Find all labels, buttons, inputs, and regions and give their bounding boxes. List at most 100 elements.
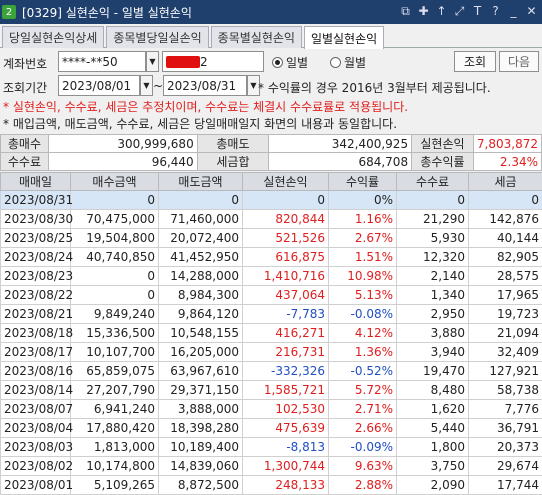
cell-fee: 2,950 bbox=[397, 305, 469, 324]
cell-pl: 616,875 bbox=[243, 248, 329, 267]
help-icon[interactable]: ? bbox=[489, 4, 502, 19]
cell-fee: 5,930 bbox=[397, 229, 469, 248]
col-fee[interactable]: 수수료 bbox=[397, 173, 469, 191]
window-title: [0329] 실현손익 - 일별 실현손익 bbox=[22, 4, 192, 21]
minimize-icon[interactable]: _ bbox=[507, 4, 520, 19]
tab-today-detail[interactable]: 당일실현손익상세 bbox=[2, 26, 104, 48]
query-button[interactable]: 조회 bbox=[454, 51, 496, 72]
cell-buy: 0 bbox=[71, 286, 159, 305]
cell-sell: 41,452,950 bbox=[159, 248, 243, 267]
account-name-field[interactable]: 2 bbox=[162, 51, 264, 72]
cell-pl: 1,300,744 bbox=[243, 457, 329, 476]
pin-icon[interactable]: ✚ bbox=[417, 4, 430, 19]
cell-buy: 1,813,000 bbox=[71, 438, 159, 457]
cell-fee: 3,750 bbox=[397, 457, 469, 476]
cell-rate: 1.51% bbox=[329, 248, 397, 267]
restore-icon[interactable]: ⧉ bbox=[399, 4, 412, 19]
next-button[interactable]: 다음 bbox=[499, 51, 539, 72]
cell-sell: 8,984,300 bbox=[159, 286, 243, 305]
radio-daily-dot[interactable] bbox=[272, 57, 283, 68]
cell-sell: 14,288,000 bbox=[159, 267, 243, 286]
table-row[interactable]: 2023/08/2440,740,85041,452,950616,8751.5… bbox=[1, 248, 542, 267]
table-row[interactable]: 2023/08/0417,880,42018,398,280475,6392.6… bbox=[1, 419, 542, 438]
cell-pl: -332,326 bbox=[243, 362, 329, 381]
table-row[interactable]: 2023/08/1815,336,50010,548,155416,2714.1… bbox=[1, 324, 542, 343]
cell-fee: 1,620 bbox=[397, 400, 469, 419]
total-buy-label: 총매수 bbox=[1, 135, 49, 153]
radio-monthly-dot[interactable] bbox=[330, 57, 341, 68]
table-row[interactable]: 2023/08/1665,859,07563,967,610-332,326-0… bbox=[1, 362, 542, 381]
table-row[interactable]: 2023/08/23014,288,0001,410,71610.98%2,14… bbox=[1, 267, 542, 286]
cell-buy: 15,336,500 bbox=[71, 324, 159, 343]
account-name-suffix: 2 bbox=[200, 55, 208, 69]
radio-daily[interactable]: 일별 bbox=[272, 54, 308, 71]
table-row[interactable]: 2023/08/0210,174,80014,839,0601,300,7449… bbox=[1, 457, 542, 476]
table-row[interactable]: 2023/08/1427,207,79029,371,1501,585,7215… bbox=[1, 381, 542, 400]
table-row[interactable]: 2023/08/2519,504,80020,072,400521,5262.6… bbox=[1, 229, 542, 248]
account-label: 계좌번호 bbox=[3, 55, 47, 72]
account-dropdown-icon[interactable]: ▼ bbox=[146, 51, 159, 72]
summary-table: 총매수 300,999,680 총매도 342,400,925 실현손익 7,8… bbox=[0, 134, 542, 171]
col-rate[interactable]: 수익률 bbox=[329, 173, 397, 191]
arrow-up-icon[interactable]: ↑ bbox=[435, 4, 448, 19]
cell-sell: 29,371,150 bbox=[159, 381, 243, 400]
cell-rate: 4.12% bbox=[329, 324, 397, 343]
estimate-warning: * 실현손익, 수수료, 세금은 추정치이며, 수수료는 체결시 수수료률로 적… bbox=[3, 98, 408, 115]
table-row[interactable]: 2023/08/219,849,2409,864,120-7,783-0.08%… bbox=[1, 305, 542, 324]
cell-tax: 58,738 bbox=[469, 381, 542, 400]
cell-date: 2023/08/07 bbox=[1, 400, 71, 419]
account-number-field[interactable]: ****-**50 bbox=[58, 51, 146, 72]
table-row[interactable]: 2023/08/031,813,00010,189,400-8,813-0.09… bbox=[1, 438, 542, 457]
table-row[interactable]: 2023/08/310000%00 bbox=[1, 191, 542, 210]
cell-pl: -7,783 bbox=[243, 305, 329, 324]
resize-icon[interactable]: ⤢ bbox=[453, 4, 466, 19]
tab-by-stock[interactable]: 종목별실현손익 bbox=[211, 26, 302, 48]
table-row[interactable]: 2023/08/3070,475,00071,460,000820,8441.1… bbox=[1, 210, 542, 229]
total-sell-value: 342,400,925 bbox=[269, 135, 412, 153]
period-label: 조회기간 bbox=[3, 79, 47, 96]
cell-buy: 17,880,420 bbox=[71, 419, 159, 438]
cell-date: 2023/08/30 bbox=[1, 210, 71, 229]
cell-sell: 14,839,060 bbox=[159, 457, 243, 476]
table-row[interactable]: 2023/08/2208,984,300437,0645.13%1,34017,… bbox=[1, 286, 542, 305]
cell-pl: 1,410,716 bbox=[243, 267, 329, 286]
col-tax[interactable]: 세금 bbox=[469, 173, 542, 191]
cell-date: 2023/08/31 bbox=[1, 191, 71, 210]
radio-monthly[interactable]: 월별 bbox=[330, 54, 366, 71]
close-icon[interactable]: ✕ bbox=[525, 4, 538, 19]
tab-today-by-stock[interactable]: 종목별당일실손익 bbox=[106, 26, 208, 48]
rate-note: * 수익률의 경우 2016년 3월부터 제공됩니다. bbox=[258, 79, 491, 96]
cell-tax: 142,876 bbox=[469, 210, 542, 229]
tab-strip: 당일실현손익상세 종목별당일실손익 종목별실현손익 일별실현손익 bbox=[0, 26, 542, 48]
cell-fee: 21,290 bbox=[397, 210, 469, 229]
window-number-badge: 2 bbox=[2, 5, 16, 19]
cell-sell: 3,888,000 bbox=[159, 400, 243, 419]
col-date[interactable]: 매매일 bbox=[1, 173, 71, 191]
col-buy[interactable]: 매수금액 bbox=[71, 173, 159, 191]
period-from-field[interactable]: 2023/08/01 bbox=[58, 75, 140, 96]
table-row[interactable]: 2023/08/1710,107,70016,205,000216,7311.3… bbox=[1, 343, 542, 362]
total-rate-label: 총수익률 bbox=[412, 153, 474, 171]
tab-daily[interactable]: 일별실현손익 bbox=[304, 26, 384, 49]
font-size-icon[interactable]: T bbox=[471, 4, 484, 19]
cell-pl: 437,064 bbox=[243, 286, 329, 305]
cell-buy: 6,941,240 bbox=[71, 400, 159, 419]
period-to-field[interactable]: 2023/08/31 bbox=[163, 75, 247, 96]
col-sell[interactable]: 매도금액 bbox=[159, 173, 243, 191]
cell-fee: 1,340 bbox=[397, 286, 469, 305]
calendar-from-icon[interactable]: ▼ bbox=[140, 75, 153, 96]
cell-buy: 0 bbox=[71, 191, 159, 210]
table-row[interactable]: 2023/08/076,941,2403,888,000102,5302.71%… bbox=[1, 400, 542, 419]
cell-buy: 10,174,800 bbox=[71, 457, 159, 476]
cell-tax: 20,373 bbox=[469, 438, 542, 457]
cell-sell: 20,072,400 bbox=[159, 229, 243, 248]
cell-pl: 102,530 bbox=[243, 400, 329, 419]
col-pl[interactable]: 실현손익 bbox=[243, 173, 329, 191]
cell-tax: 40,144 bbox=[469, 229, 542, 248]
cell-tax: 29,674 bbox=[469, 457, 542, 476]
cell-date: 2023/08/23 bbox=[1, 267, 71, 286]
radio-daily-label: 일별 bbox=[286, 54, 308, 71]
cell-pl: 416,271 bbox=[243, 324, 329, 343]
realized-label: 실현손익 bbox=[412, 135, 474, 153]
cell-tax: 7,776 bbox=[469, 400, 542, 419]
